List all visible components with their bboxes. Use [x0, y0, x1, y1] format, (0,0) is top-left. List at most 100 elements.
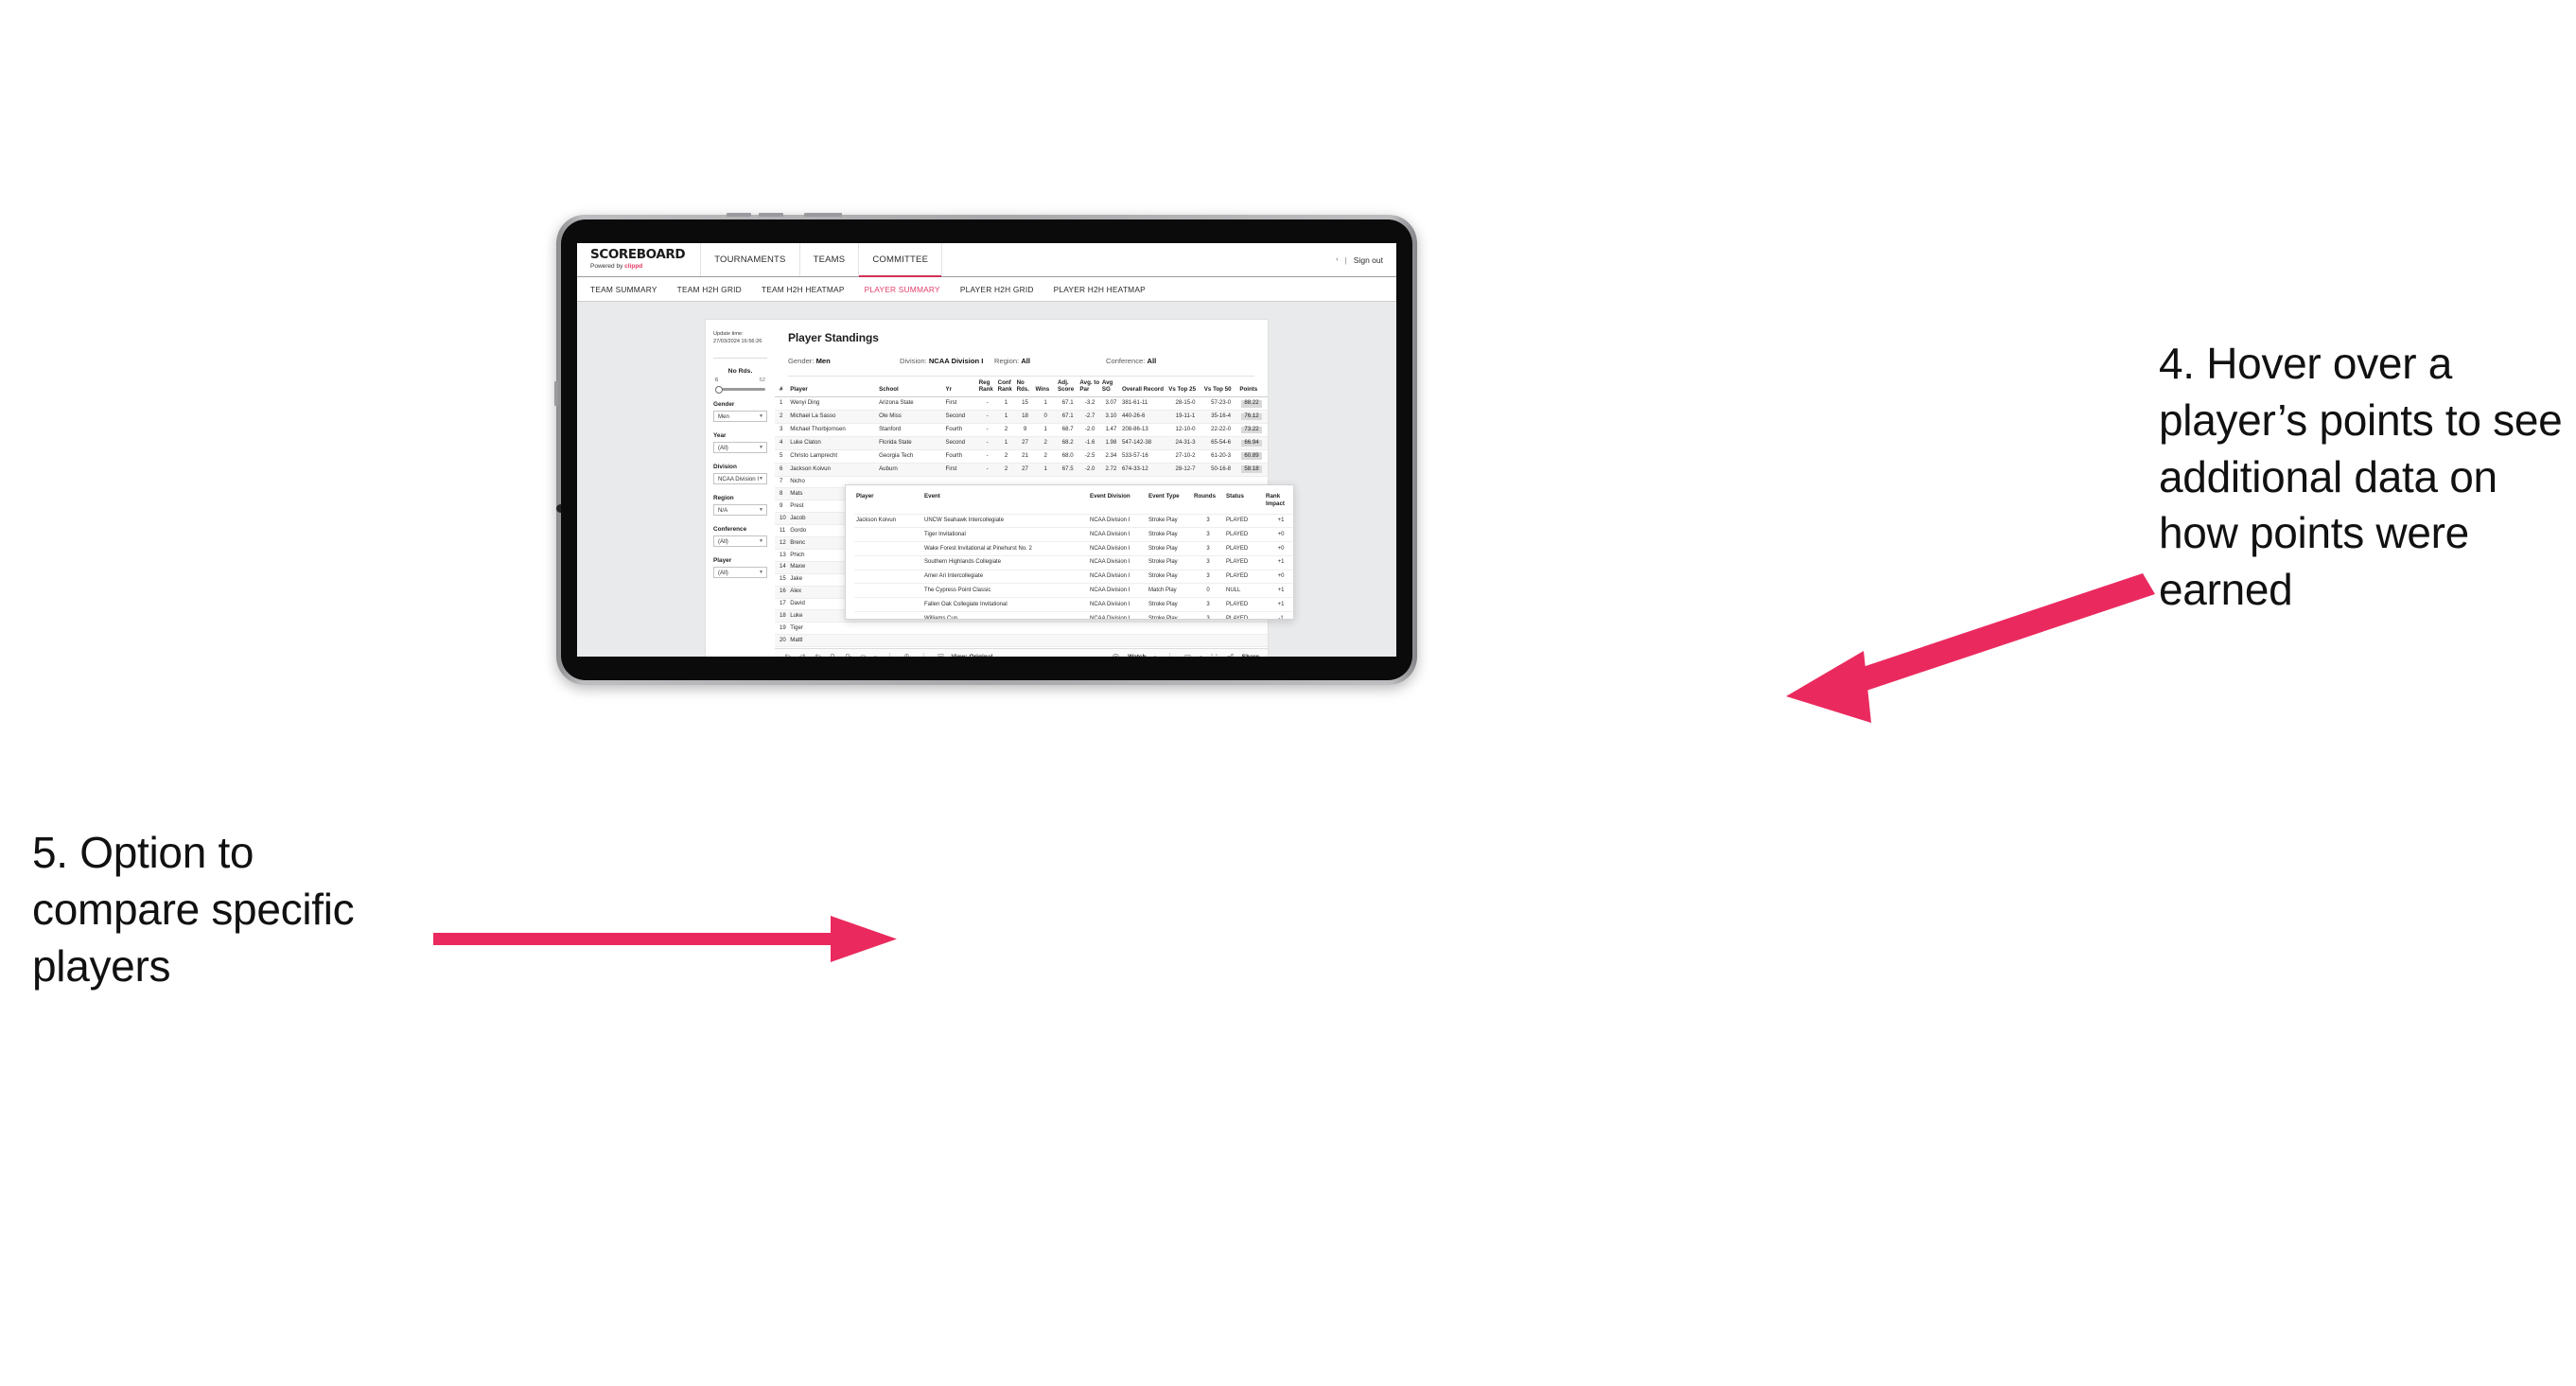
filter-region-value: N/A — [718, 506, 728, 514]
tt-cell-event-type: Stroke Play — [1147, 527, 1192, 542]
summary-conference-value: All — [1147, 357, 1157, 365]
view-original-label[interactable]: View: Original — [952, 654, 993, 657]
filter-year-select[interactable]: (All) ▼ — [713, 442, 767, 454]
cell-points[interactable]: 88.22 — [1238, 396, 1268, 412]
col-avg-to-par[interactable]: Avg. to Par — [1078, 377, 1101, 398]
tab-team-summary[interactable]: TEAM SUMMARY — [590, 285, 669, 294]
chevron-down-icon[interactable]: ▾ — [874, 655, 877, 658]
filter-player-select[interactable]: (All) ▼ — [713, 567, 767, 579]
cell-points[interactable]: 60.89 — [1238, 449, 1268, 464]
col-conf-rank[interactable]: Conf Rank — [996, 377, 1016, 398]
cell-points[interactable]: 66.94 — [1238, 436, 1268, 450]
redo-icon[interactable] — [798, 653, 807, 657]
nav-item-tournaments[interactable]: TOURNAMENTS — [701, 243, 800, 276]
tt-cell-event: UNCW Seahawk Intercollegiate — [922, 513, 1088, 528]
cell-points[interactable] — [1238, 634, 1268, 648]
undo-icon[interactable] — [783, 653, 792, 657]
filter-region-select[interactable]: N/A ▼ — [713, 504, 767, 517]
volume-down-button[interactable] — [759, 213, 783, 217]
points-chip[interactable]: 73.22 — [1241, 426, 1262, 434]
cell-wins — [1034, 622, 1057, 636]
sign-out-link[interactable]: Sign out — [1354, 255, 1383, 265]
tt-col-rank-impact: Rank Impact — [1266, 493, 1285, 507]
watch-icon[interactable] — [1112, 653, 1120, 657]
pan-tool-icon[interactable] — [859, 653, 867, 657]
table-row[interactable]: 5 Christo Lamprecht Georgia Tech Fourth -2 21… — [775, 449, 1268, 464]
table-row[interactable]: 4 Luke Claton Florida State Second -1 27 2 68.2… — [775, 436, 1268, 450]
chevron-down-icon[interactable]: ▾ — [1154, 655, 1157, 658]
filter-no-rounds[interactable]: No Rds. 6 52 — [713, 368, 767, 394]
view-original-icon[interactable] — [937, 653, 945, 657]
filter-player[interactable]: Player (All) ▼ — [713, 557, 767, 579]
tab-player-summary[interactable]: PLAYER SUMMARY — [865, 285, 952, 294]
volume-up-button[interactable] — [727, 213, 751, 217]
filter-division[interactable]: Division NCAA Division I ▼ — [713, 464, 767, 485]
side-button[interactable] — [554, 381, 558, 406]
highlight-icon[interactable] — [902, 653, 911, 657]
tab-player-h2h-grid[interactable]: PLAYER H2H GRID — [960, 285, 1045, 294]
col-adj-score[interactable]: Adj. Score — [1056, 377, 1079, 398]
tt-col-event: Event — [924, 493, 940, 500]
col-no-rds[interactable]: No Rds. — [1015, 377, 1035, 398]
table-row[interactable]: 6 Jackson Koivun Auburn First -2 27 1 67.5 -2.0 2… — [775, 463, 1268, 477]
points-chip[interactable]: 60.89 — [1241, 452, 1262, 461]
refresh-data-icon[interactable] — [829, 653, 837, 657]
col-vs-top-50[interactable]: Vs Top 50 — [1202, 377, 1239, 398]
summary-region-value: All — [1021, 357, 1031, 365]
col-overall-record[interactable]: Overall Record — [1120, 377, 1168, 398]
filter-year[interactable]: Year (All) ▼ — [713, 432, 767, 454]
nav-item-committee[interactable]: COMMITTEE — [859, 243, 943, 277]
toolbar-left-group: ▾ View: Original — [783, 652, 993, 658]
table-row[interactable]: 3 Michael Thorbjornsen Stanford Fourth -2 9 1 6… — [775, 423, 1268, 437]
filter-gender-select[interactable]: Men ▼ — [713, 411, 767, 423]
col-school[interactable]: School — [878, 377, 945, 398]
power-button[interactable] — [804, 213, 842, 217]
col-rank[interactable]: # — [775, 377, 790, 398]
points-chip[interactable]: 58.18 — [1241, 465, 1262, 473]
table-row[interactable]: 19 Tiger — [775, 622, 1268, 636]
points-chip[interactable]: 76.12 — [1241, 413, 1262, 421]
no-rounds-slider-handle[interactable] — [715, 385, 723, 394]
points-chip[interactable]: 66.94 — [1241, 439, 1262, 447]
filter-conference[interactable]: Conference (All) ▼ — [713, 526, 767, 548]
cell-points[interactable]: 76.12 — [1238, 410, 1268, 425]
filter-gender[interactable]: Gender Men ▼ — [713, 401, 767, 423]
cell-points[interactable]: 58.18 — [1238, 463, 1268, 477]
table-row[interactable]: 20 Mattl — [775, 634, 1268, 648]
col-player[interactable]: Player — [789, 377, 879, 398]
cell-school — [878, 634, 945, 648]
fullscreen-icon[interactable] — [1210, 653, 1218, 657]
filter-region[interactable]: Region N/A ▼ — [713, 495, 767, 517]
tab-team-h2h-heatmap[interactable]: TEAM H2H HEATMAP — [762, 285, 856, 294]
col-year[interactable]: Yr — [944, 377, 978, 398]
summary-division: Division: NCAA Division I — [900, 357, 994, 365]
points-chip[interactable]: 88.22 — [1241, 400, 1262, 408]
col-vs-top-25[interactable]: Vs Top 25 — [1167, 377, 1203, 398]
tab-player-h2h-heatmap[interactable]: PLAYER H2H HEATMAP — [1054, 285, 1157, 294]
account-chevron-icon[interactable]: ‹ — [1336, 256, 1338, 263]
tab-team-h2h-grid[interactable]: TEAM H2H GRID — [677, 285, 753, 294]
watch-label[interactable]: Watch — [1128, 654, 1147, 657]
revert-icon[interactable] — [814, 653, 822, 657]
filter-division-select[interactable]: NCAA Division I ▼ — [713, 473, 767, 485]
col-wins[interactable]: Wins — [1034, 377, 1057, 398]
share-label[interactable]: Share — [1242, 654, 1259, 657]
filter-conference-select[interactable]: (All) ▼ — [713, 535, 767, 548]
nav-item-teams[interactable]: TEAMS — [800, 243, 860, 276]
applied-filters-summary: Gender: Men Division: NCAA Division I Re… — [788, 357, 1254, 365]
cell-points[interactable] — [1238, 622, 1268, 636]
table-row[interactable]: 2 Michael La Sasso Ole Miss Second -1 18 0 67.1… — [775, 410, 1268, 425]
cell-points[interactable]: 73.22 — [1238, 423, 1268, 437]
col-avg-sg[interactable]: Avg SG — [1100, 377, 1121, 398]
no-rounds-slider-track[interactable] — [715, 385, 765, 394]
col-points[interactable]: Points — [1238, 377, 1268, 398]
download-icon[interactable] — [1183, 653, 1192, 657]
col-reg-rank[interactable]: Reg Rank — [977, 377, 997, 398]
chevron-down-icon[interactable]: ▾ — [1200, 655, 1202, 658]
cell-adj: 67.1 — [1056, 410, 1079, 425]
pause-auto-update-icon[interactable] — [844, 653, 852, 657]
share-icon[interactable] — [1226, 653, 1235, 657]
cell-yr: Second — [944, 436, 978, 450]
brand-logo[interactable]: SCOREBOARD Powered by clippd — [577, 243, 702, 276]
table-row[interactable]: 1 Wenyi Ding Arizona State First -1 15 1 67.1 -3… — [775, 396, 1268, 412]
